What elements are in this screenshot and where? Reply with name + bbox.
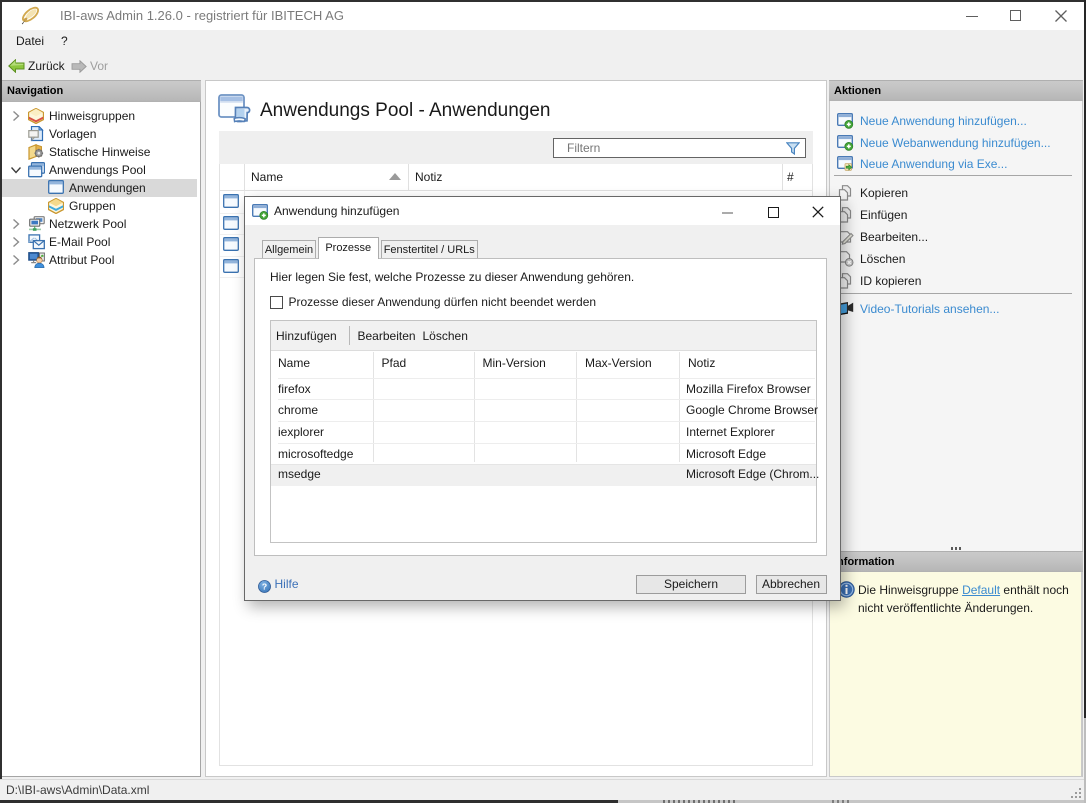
svg-text:?: ?: [262, 582, 267, 592]
